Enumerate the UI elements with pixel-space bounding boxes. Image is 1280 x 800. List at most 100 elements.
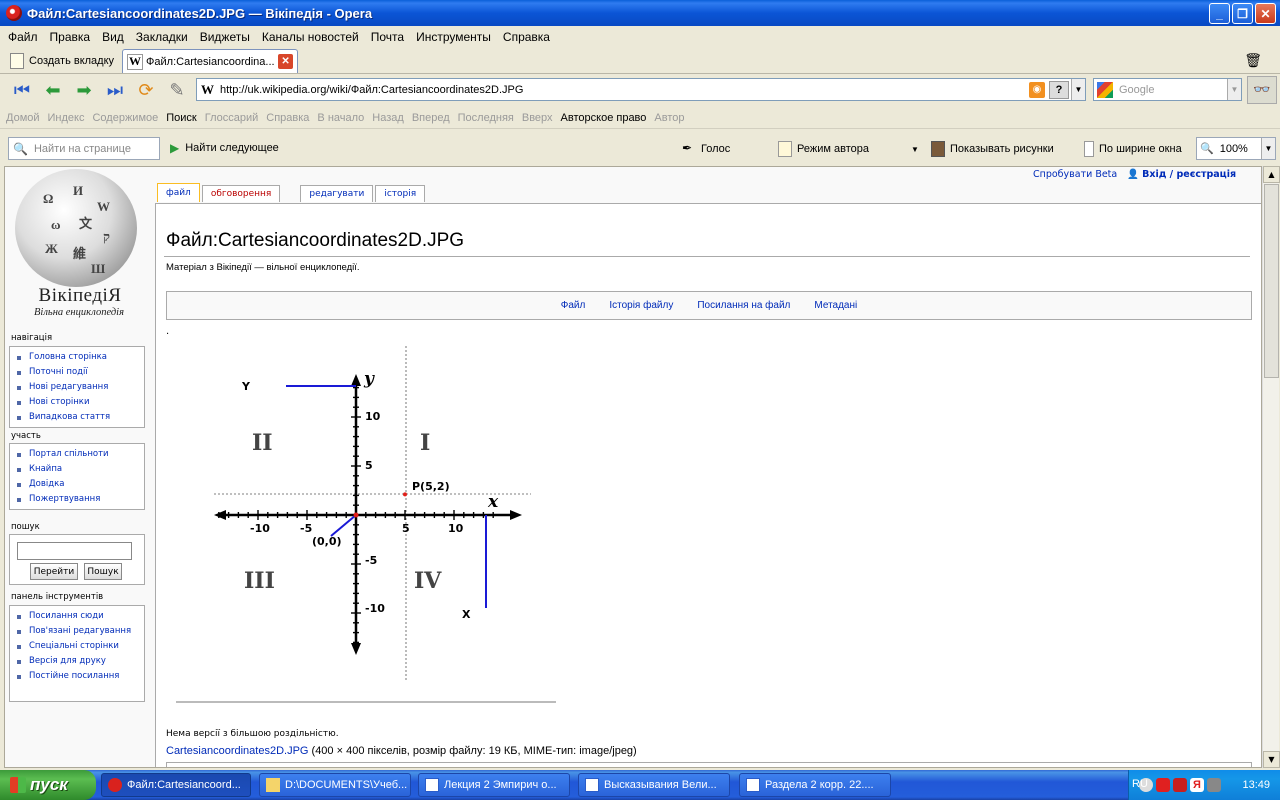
menu-view[interactable]: Вид [96,30,130,44]
tab-discussion[interactable]: обговорення [201,185,281,202]
page-icon [778,141,792,157]
toc-metadata[interactable]: Метадані [814,300,857,311]
zoom-dropdown-icon[interactable]: ▼ [1261,138,1275,159]
trash-icon[interactable]: 🗑 [1244,52,1262,69]
maximize-button[interactable]: ❐ [1232,3,1253,24]
go-button[interactable]: Перейти [30,563,78,580]
login-link[interactable]: 👤 Вхід / реєстрація [1127,169,1236,180]
edit-icon[interactable]: ✎ [163,77,191,103]
search-dropdown-icon[interactable]: ▼ [1227,79,1241,100]
navlink-copyright[interactable]: Авторское право [561,112,647,124]
menu-help[interactable]: Справка [497,30,556,44]
author-mode-button[interactable]: Режим автора ▼ [778,141,919,157]
tab-file[interactable]: файл [157,183,200,202]
rss-icon[interactable]: ◉ [1029,81,1045,98]
participation-item[interactable]: Портал спільноти [14,447,144,462]
toc-file-history[interactable]: Історія файлу [609,300,673,311]
find-input[interactable]: 🔍 Найти на странице [8,137,160,160]
tab-edit[interactable]: редагувати [300,185,374,202]
yandex-icon[interactable]: Я [1190,778,1204,792]
menu-file[interactable]: Файл [2,30,44,44]
menu-feeds[interactable]: Каналы новостей [256,30,365,44]
fast-forward-button[interactable]: ⏭ [101,77,129,103]
x-tick-label: -5 [300,522,312,535]
help-icon[interactable]: ? [1049,80,1069,99]
word-icon [746,778,760,792]
toolbox-item[interactable]: Посилання сюди [14,609,144,624]
forward-button[interactable]: ➡ [70,77,98,103]
author-mode-label: Режим автора [797,143,869,155]
try-beta-link[interactable]: Спробувати Beta [1033,169,1117,180]
content-area: Файл:Cartesiancoordinates2D.JPG Матеріал… [155,203,1261,767]
nav-item[interactable]: Нові сторінки [14,395,144,410]
tab-active[interactable]: W Файл:Cartesiancoordina... ✕ [122,49,299,73]
participation-item[interactable]: Пожертвування [14,492,144,507]
logo-wordmark: ВікіпедіЯ [38,285,122,306]
toolbox-item[interactable]: Спеціальні сторінки [14,639,144,654]
reload-button[interactable]: ⟳ [132,77,160,103]
taskbar-item-opera[interactable]: Файл:Cartesiancoord... [101,773,251,797]
author-mode-dropdown-icon[interactable]: ▼ [911,145,919,154]
antivirus-icon[interactable] [1156,778,1170,792]
back-button[interactable]: ⬅ [39,77,67,103]
nav-item[interactable]: Головна сторінка [14,350,144,365]
taskbar-item-word-2[interactable]: Высказывания Вели... [578,773,730,797]
menu-widgets[interactable]: Виджеты [194,30,256,44]
glasses-icon[interactable]: 👓 [1247,76,1277,104]
taskbar-item-folder[interactable]: D:\DOCUMENTS\Учеб... [259,773,411,797]
taskbar-item-word-3[interactable]: Раздела 2 корр. 22.... [739,773,891,797]
wikipedia-globe-logo[interactable]: Ω И W ω 文 ק Ж 維 Ш [15,169,137,287]
file-link[interactable]: Cartesiancoordinates2D.JPG [166,745,308,757]
rewind-button[interactable]: ⏮ [8,77,36,103]
participation-item[interactable]: Довідка [14,477,144,492]
y-tick-label: -5 [365,554,377,567]
kaspersky-icon[interactable] [1173,778,1187,792]
play-icon: ▶ [170,141,180,155]
search-engine-box[interactable]: Google ▼ [1093,78,1242,101]
find-next-button[interactable]: ▶ Найти следующее [170,141,279,155]
new-tab-button[interactable]: Создать вкладку [6,49,118,73]
toolbox-item[interactable]: Пов'язані редагування [14,624,144,639]
user-icon: 👤 [1127,169,1140,180]
scroll-thumb[interactable] [1264,184,1279,378]
menu-tools[interactable]: Инструменты [410,30,497,44]
language-indicator[interactable]: RU [1132,778,1148,790]
voice-button[interactable]: ✒ Голос [682,141,730,157]
address-url[interactable]: http://uk.wikipedia.org/wiki/Файл:Cartes… [220,84,1029,96]
participation-item[interactable]: Кнайпа [14,462,144,477]
close-button[interactable]: ✕ [1255,3,1276,24]
tab-history[interactable]: історія [375,185,426,202]
scroll-up-icon[interactable]: ▲ [1263,166,1280,183]
wiki-search-input[interactable] [17,542,132,560]
toc-file[interactable]: Файл [561,300,586,311]
vertical-scrollbar[interactable]: ▲ ▼ [1262,166,1280,768]
menu-edit[interactable]: Правка [44,30,97,44]
navlink-up: Вверх [521,111,553,124]
file-image[interactable]: . Y X y x P(5,2) (0,0) II I III IV -10 -… [166,326,566,726]
start-button[interactable]: пуск [0,770,96,800]
page-viewport: Ω И W ω 文 ק Ж 維 Ш ВікіпедіЯ Вільна енцик… [4,166,1262,768]
toolbox-item[interactable]: Постійне посилання [14,669,144,684]
toc-file-links[interactable]: Посилання на файл [697,300,790,311]
zoom-value: 100% [1219,142,1248,155]
address-bar[interactable]: W http://uk.wikipedia.org/wiki/Файл:Cart… [196,78,1086,101]
nav-item[interactable]: Випадкова стаття [14,410,144,425]
toolbox-item[interactable]: Версія для друку [14,654,144,669]
nav-portlet: Головна сторінка Поточні події Нові реда… [9,346,145,428]
menu-mail[interactable]: Почта [365,30,410,44]
search-heading: пошук [11,522,40,532]
search-button[interactable]: Пошук [84,563,122,580]
menu-bookmarks[interactable]: Закладки [130,30,194,44]
fit-width-button[interactable]: По ширине окна [1084,141,1182,157]
show-images-button[interactable]: Показывать рисунки [931,141,1054,157]
tab-close-icon[interactable]: ✕ [278,54,294,69]
zoom-select[interactable]: 🔍 100% ▼ [1196,137,1276,160]
nav-item[interactable]: Поточні події [14,365,144,380]
volume-icon[interactable] [1207,778,1221,792]
navlink-search[interactable]: Поиск [166,112,196,124]
address-dropdown-icon[interactable]: ▼ [1071,79,1085,100]
taskbar-item-word-1[interactable]: Лекция 2 Эмпирич о... [418,773,570,797]
nav-item[interactable]: Нові редагування [14,380,144,395]
scroll-down-icon[interactable]: ▼ [1263,751,1280,768]
minimize-button[interactable]: _ [1209,3,1230,24]
